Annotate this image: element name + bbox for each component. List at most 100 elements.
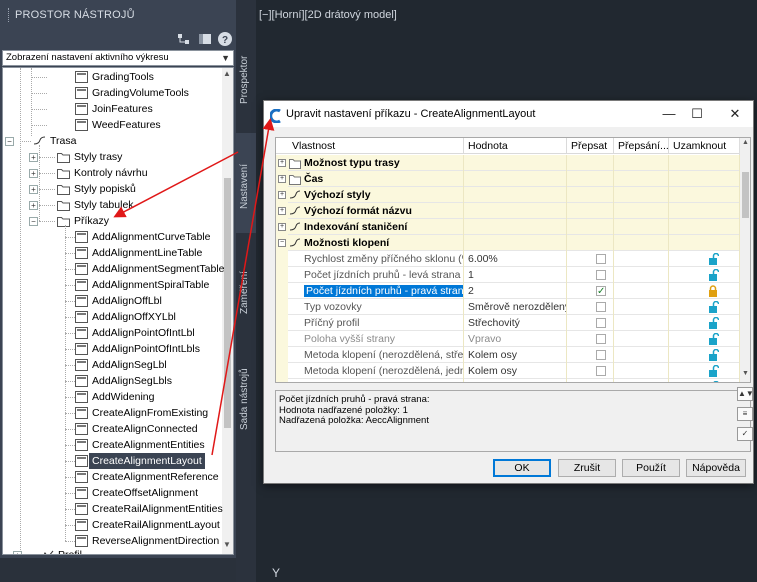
tree-item[interactable]: CreateRailAlignmentEntities (3, 501, 223, 517)
override-checkbox[interactable] (596, 270, 606, 280)
tree-item[interactable]: + Styly trasy (3, 149, 223, 165)
tree-structure-icon[interactable] (176, 31, 192, 47)
column-vlastnost[interactable]: Vlastnost (276, 138, 464, 154)
tree-item[interactable]: + Styly tabulek (3, 197, 223, 213)
lock-open-icon[interactable] (707, 380, 719, 382)
tree-item[interactable]: − Trasa (3, 133, 223, 149)
tree-item[interactable]: + Profil (3, 547, 223, 554)
minimize-icon[interactable]: — (654, 101, 684, 127)
view-mode-select[interactable]: Zobrazení nastavení aktivního výkresu ▼ (2, 50, 234, 66)
category-row[interactable]: + Výchozí formát názvu (276, 203, 740, 219)
help-icon[interactable]: ? (217, 31, 233, 47)
chevron-down-icon[interactable]: ▼ (221, 51, 230, 65)
tree-item[interactable]: AddAlignmentSegmentTable (3, 261, 225, 277)
column-uzamknout[interactable]: Uzamknout (669, 138, 740, 154)
property-value[interactable]: 6.00% (464, 251, 567, 267)
property-name[interactable]: Poloha vyšší strany (300, 331, 464, 347)
override-checkbox[interactable] (596, 350, 606, 360)
tree-item[interactable]: CreateRailAlignmentLayout (3, 517, 223, 533)
expand-icon[interactable]: + (278, 207, 286, 215)
property-value[interactable]: 2 (464, 283, 567, 299)
expand-icon[interactable]: + (29, 153, 38, 162)
property-name[interactable]: Počet jízdních pruhů - levá strana (300, 267, 464, 283)
scroll-down-icon[interactable]: ▼ (223, 540, 231, 549)
tree-item[interactable]: AddAlignPointOfIntLbls (3, 341, 223, 357)
tree-item[interactable]: AddAlignmentCurveTable (3, 229, 223, 245)
category-row[interactable]: + Možnost typu trasy (276, 155, 740, 171)
tree-item[interactable]: CreateAlignmentEntities (3, 437, 223, 453)
item-view-icon[interactable] (197, 31, 213, 47)
column-prepsat[interactable]: Přepsat (567, 138, 614, 154)
property-value[interactable]: 1 (464, 267, 567, 283)
tree-item[interactable]: GradingTools (3, 69, 223, 85)
property-value[interactable]: Směrově nerozdělený (464, 299, 567, 315)
dialog-title-bar[interactable]: Upravit nastavení příkazu - CreateAlignm… (264, 101, 753, 127)
property-row[interactable]: Poloha vyšší strany Vpravo (276, 331, 740, 347)
lock-open-icon[interactable] (707, 332, 720, 345)
grip-icon[interactable] (8, 8, 11, 23)
column-prepsani[interactable]: Přepsání... (614, 138, 669, 154)
close-icon[interactable]: ✕ (720, 101, 750, 127)
lock-open-icon[interactable] (707, 252, 720, 265)
expand-icon[interactable]: + (29, 169, 38, 178)
property-row[interactable]: Počet jízdních pruhů - levá strana 1 (276, 267, 740, 283)
tree-item[interactable]: AddAlignOffLbl (3, 293, 223, 309)
scroll-down-icon[interactable]: ▼ (742, 370, 749, 377)
column-hodnota[interactable]: Hodnota (464, 138, 567, 154)
property-name[interactable]: Počet jízdních pruhů - pravá strana (300, 283, 464, 299)
tree-item[interactable]: CreateAlignConnected (3, 421, 223, 437)
tree-item[interactable]: + Styly popisků (3, 181, 223, 197)
scroll-up-icon[interactable]: ▲ (223, 69, 231, 78)
property-name[interactable]: Typ vozovky (300, 299, 464, 315)
property-row[interactable]: Typ vozovky Směrově nerozdělený (276, 299, 740, 315)
override-filter-icon[interactable]: ✓ (737, 427, 753, 441)
override-checkbox[interactable] (596, 302, 606, 312)
tree-item[interactable]: AddAlignmentSpiralTable (3, 277, 223, 293)
property-value[interactable]: Vpravo (464, 331, 567, 347)
ok-button[interactable]: OK (493, 459, 551, 477)
tree-item[interactable]: AddWidening (3, 389, 223, 405)
expand-icon[interactable]: + (278, 223, 286, 231)
expand-icon[interactable]: + (29, 201, 38, 210)
override-checkbox[interactable] (596, 284, 606, 300)
grid-scroll-thumb[interactable] (742, 172, 749, 218)
lock-open-icon[interactable] (707, 348, 720, 361)
override-checkbox[interactable] (596, 318, 606, 328)
property-row[interactable]: Příčný profil Střechovitý (276, 315, 740, 331)
category-row[interactable]: + Výchozí styly (276, 187, 740, 203)
apply-button[interactable]: Použít (622, 459, 680, 477)
property-row[interactable]: Metoda klopení (nerozdělená, jedn... Kole… (276, 363, 740, 379)
tree-item[interactable]: AddAlignSegLbls (3, 373, 223, 389)
lock-open-icon[interactable] (707, 316, 720, 329)
property-name[interactable]: Rychlost změny příčného sklonu (%) (300, 251, 464, 267)
property-value[interactable]: Kolem os... (464, 379, 567, 382)
property-name[interactable]: Metoda klopení (nerozdělená, střec... (300, 347, 464, 363)
sort-alpha-icon[interactable]: ≡ (737, 407, 753, 421)
expand-icon[interactable]: + (29, 185, 38, 194)
tree-item[interactable]: AddAlignOffXYLbl (3, 309, 223, 325)
tree-item[interactable]: CreateOffsetAlignment (3, 485, 223, 501)
tree-item[interactable]: WeedFeatures (3, 117, 223, 133)
lock-closed-icon[interactable] (707, 285, 719, 297)
lock-open-icon[interactable] (707, 268, 720, 281)
property-row[interactable]: Metoda klopení (rozdělená, střech...Kole… (276, 379, 740, 383)
expand-icon[interactable]: + (278, 191, 286, 199)
override-checkbox[interactable] (596, 366, 606, 376)
property-name[interactable]: Metoda klopení (nerozdělená, jedn... (300, 363, 464, 379)
expand-icon[interactable]: − (29, 217, 38, 226)
override-checkbox[interactable] (596, 382, 606, 383)
tab-sada-nastroju[interactable]: Sada nástrojů (236, 352, 256, 442)
tab-nastaveni[interactable]: Nastavení (236, 133, 256, 233)
override-checkbox[interactable] (596, 254, 606, 264)
expand-icon[interactable]: − (5, 137, 14, 146)
expand-icon[interactable]: + (278, 175, 286, 183)
property-row[interactable]: Metoda klopení (nerozdělená, střec... Kol… (276, 347, 740, 363)
property-name[interactable]: Metoda klopení (rozdělená, střech... (300, 379, 464, 382)
tree-item[interactable]: CreateAlignmentReference (3, 469, 223, 485)
override-checkbox[interactable] (596, 334, 606, 344)
property-row[interactable]: Počet jízdních pruhů - pravá strana 2 (276, 283, 740, 300)
sort-categories-icon[interactable]: ▲▼ (737, 387, 754, 401)
tab-prospektor[interactable]: Prospektor (236, 32, 256, 128)
tree-item[interactable]: GradingVolumeTools (3, 85, 223, 101)
expand-icon[interactable]: − (278, 239, 286, 247)
